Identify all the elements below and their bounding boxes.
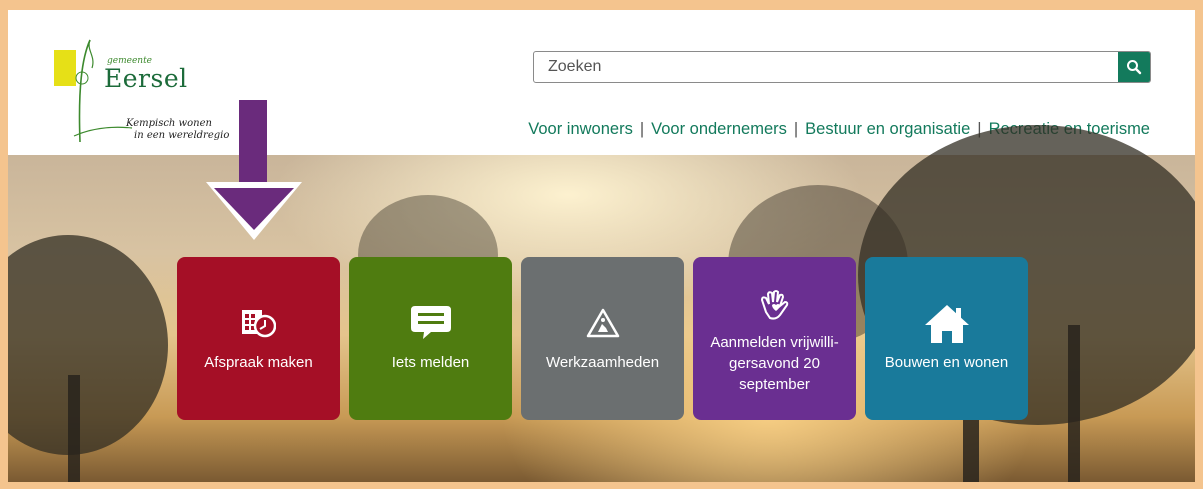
logo-tagline-line1: Kempisch wonen [126, 118, 212, 129]
tile-label: Iets melden [391, 354, 470, 371]
tile-label: Werkzaamheden [545, 354, 660, 371]
page-frame: gemeente Eersel Kempisch wonen in een we… [8, 10, 1195, 482]
tile-label: Bouwen en wonen [884, 354, 1009, 371]
search-box [533, 51, 1151, 83]
nav-item-bestuur-en-organisatie[interactable]: Bestuur en organisatie [805, 120, 970, 139]
calendar-clock-icon [241, 310, 276, 338]
house-icon [924, 305, 969, 343]
tree-trunk [68, 375, 80, 482]
search-input[interactable] [534, 52, 1119, 82]
tile-aanmelden-vrijwilligersavond[interactable]: Aanmelden vrijwilli-gersavond 20 septemb… [693, 257, 856, 420]
speech-bubble-icon [410, 306, 451, 339]
down-arrow-icon [206, 100, 302, 240]
tile-bouwen-en-wonen[interactable]: Bouwen en wonen [865, 257, 1028, 420]
search-button[interactable] [1118, 52, 1150, 82]
tree-silhouette [8, 235, 168, 455]
nav-item-voor-inwoners[interactable]: Voor inwoners [528, 120, 633, 139]
search-icon [1127, 60, 1142, 75]
tile-afspraak-maken[interactable]: Afspraak maken [177, 257, 340, 420]
tile-label: Afspraak maken [204, 354, 313, 371]
tile-iets-melden[interactable]: Iets melden [349, 257, 512, 420]
tile-label: Aanmelden vrijwilli-gersavond 20 septemb… [710, 334, 839, 393]
logo-name: Eersel [104, 64, 188, 93]
nav-separator: | [639, 120, 645, 138]
nav-separator: | [793, 120, 799, 138]
helping-hands-icon [760, 290, 788, 320]
roadwork-sign-icon [586, 308, 619, 338]
tree-trunk [1068, 325, 1080, 482]
nav-item-voor-ondernemers[interactable]: Voor ondernemers [651, 120, 787, 139]
tile-werkzaamheden[interactable]: Werkzaamheden [521, 257, 684, 420]
